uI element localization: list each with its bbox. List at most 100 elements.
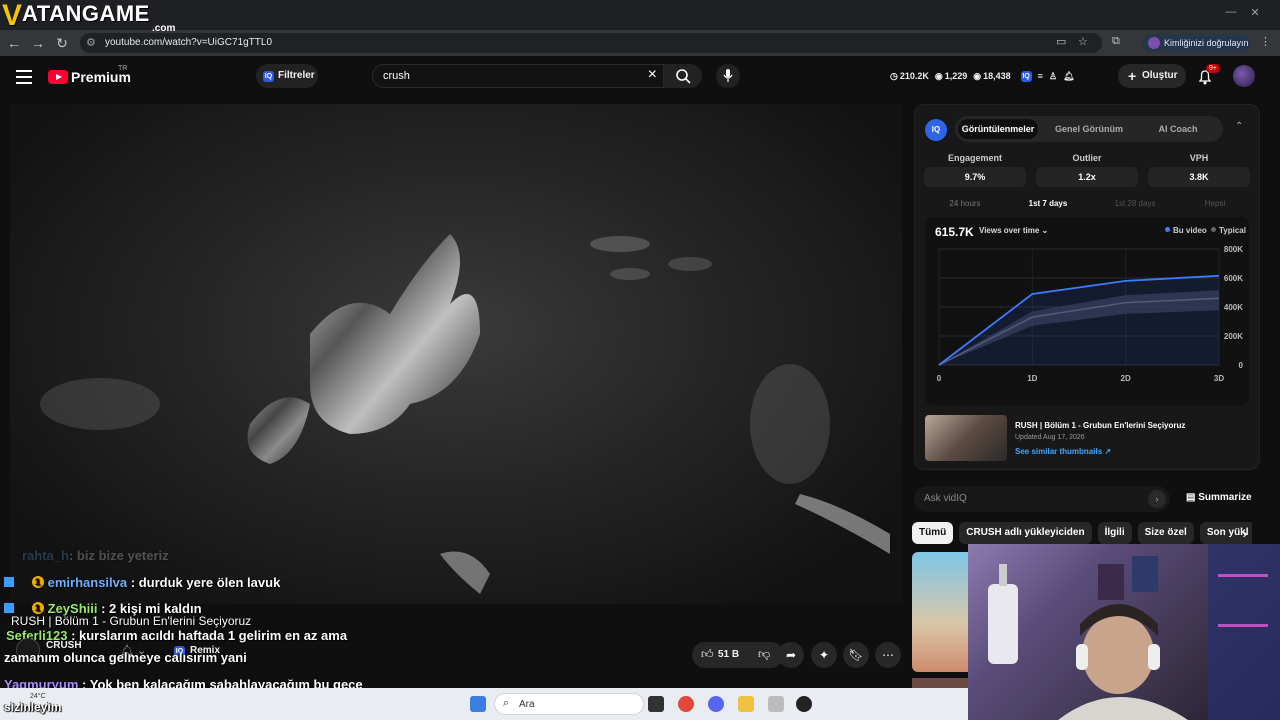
logo-sub: .com [152, 23, 176, 34]
summarize-button[interactable]: ▤ Summarize [1186, 492, 1252, 503]
verify-identity-button[interactable]: Kimliğinizi doğrulayın [1142, 34, 1250, 52]
similar-video-date: Updated Aug 17, 2026 [1015, 434, 1085, 441]
microphone-icon [723, 69, 733, 82]
search-button[interactable] [664, 64, 702, 88]
close-window-icon[interactable]: ✕ [1244, 6, 1266, 22]
faded-chat-line: rahta_h: biz bize yeteriz [22, 548, 169, 563]
taskbar-search-label: Ara [519, 699, 535, 710]
tab-views[interactable]: Görüntülenmeler [958, 119, 1038, 139]
taskbar-search[interactable]: ⌕ Ara [494, 693, 644, 715]
y-tick-label: 0 [1239, 361, 1244, 370]
trophy-icon[interactable]: ♙ [1049, 71, 1057, 82]
like-icon[interactable]: 👍︎ [701, 647, 714, 662]
vidiq-panel: IQ Görüntülenmeler Genel Görünüm AI Coac… [914, 104, 1260, 470]
voice-search-button[interactable] [716, 64, 740, 88]
more-actions-button[interactable]: ⋯ [875, 642, 901, 668]
task-view-icon[interactable] [648, 696, 664, 712]
back-icon[interactable]: ← [4, 34, 24, 52]
dislike-icon[interactable]: 👎︎ [758, 647, 770, 662]
vidiq-tabs: Görüntülenmeler Genel Görünüm AI Coach [955, 116, 1223, 142]
range-first-28-days[interactable]: 1st 28 days [1095, 199, 1175, 208]
faded-chat-user: rahta_h [22, 548, 69, 563]
metric-outlier-label: Outlier [1072, 153, 1102, 163]
range-first-7-days[interactable]: 1st 7 days [1008, 199, 1088, 208]
bell-small-icon[interactable]: 🔔︎ [1063, 71, 1074, 82]
share-button[interactable]: ➦ [778, 642, 804, 668]
chip-from-uploader[interactable]: CRUSH adlı yükleyiciden [959, 522, 1092, 544]
youtube-header: Premium TR IQ Filtreler crush × ◷ 210.2K… [0, 56, 1280, 100]
verify-label: Kimliğinizi doğrulayın [1164, 38, 1249, 48]
chip-related[interactable]: İlgili [1097, 522, 1132, 544]
similar-video-title: RUSH | Bölüm 1 - Grubun En'lerini Seçiyo… [1015, 421, 1186, 430]
weather-widget[interactable]: 24°C [30, 693, 46, 700]
range-all[interactable]: Hepsi [1175, 199, 1255, 208]
app-icon[interactable] [768, 696, 784, 712]
series-area-this-video [939, 275, 1219, 365]
search-input[interactable]: crush [383, 70, 410, 82]
file-explorer-icon[interactable] [738, 696, 754, 712]
metric-engagement-value: 9.7% [924, 167, 1026, 187]
collapse-chevron-icon[interactable]: ⌃ [1235, 121, 1243, 132]
forward-icon[interactable]: → [28, 34, 48, 52]
tab-overview[interactable]: Genel Görünüm [1047, 119, 1131, 139]
chart-mode-label: Views over time [979, 226, 1040, 235]
ask-ai-sparkle-button[interactable]: ✦ [811, 642, 837, 668]
filters-label: Filtreler [278, 70, 315, 81]
account-avatar[interactable] [1233, 65, 1255, 87]
chip-for-you[interactable]: Size özel [1137, 522, 1194, 544]
vidiq-icon[interactable]: IQ [1020, 70, 1032, 82]
recommended-video-thumbnail[interactable] [912, 552, 968, 672]
logo-text: ATANGAME [22, 1, 150, 26]
stat-views: ◷ 210.2K [890, 70, 929, 82]
site-info-icon[interactable]: ⚙ [86, 36, 96, 49]
video-title-overlay: RUSH | Bölüm 1 - Grubun En'lerini Seçiyo… [11, 614, 252, 628]
browser-menu-icon[interactable]: ⋮ [1260, 35, 1271, 48]
chart-mode-dropdown[interactable]: Views over time ⌄ [979, 226, 1048, 235]
ask-vidiq-input[interactable]: Ask vidIQ [914, 486, 1170, 512]
chat-badges-icon: 1 [4, 602, 44, 614]
address-bar-row: ← → ↻ ⚙ youtube.com/watch?v=UiGC71gTTL0 … [0, 30, 1280, 56]
install-icon[interactable]: ▭ [1056, 35, 1066, 48]
search-icon [676, 69, 691, 84]
youtube-premium-logo[interactable]: Premium TR [48, 65, 131, 85]
region-code: TR [118, 65, 128, 72]
x-tick-label: 1D [1027, 374, 1037, 383]
similar-video-row[interactable]: RUSH | Bölüm 1 - Grubun En'lerini Seçiyo… [925, 415, 1251, 463]
metric-outlier-value: 1.2x [1036, 167, 1138, 187]
chat-message: zamanım olunca gelmeye calısırım yani [4, 650, 247, 665]
video-player[interactable] [10, 104, 902, 604]
bookmark-star-icon[interactable]: ☆ [1078, 35, 1088, 48]
hamburger-menu-icon[interactable] [16, 70, 32, 84]
range-24h[interactable]: 24 hours [925, 199, 1005, 208]
reload-icon[interactable]: ↻ [52, 34, 72, 52]
chip-all[interactable]: Tümü [912, 522, 954, 544]
vidiq-stats-strip: ◷ 210.2K ◉ 1,229 ◉ 18,438 IQ ≡ ♙ 🔔︎ [890, 64, 1074, 88]
chips-next-icon[interactable]: › [1236, 524, 1254, 542]
start-icon[interactable] [470, 696, 486, 712]
video-frame-artwork [40, 234, 890, 594]
chat-line: sizinleyim [4, 700, 61, 714]
search-box[interactable]: crush × [372, 64, 664, 88]
y-tick-label: 400K [1224, 303, 1243, 312]
ask-send-icon[interactable]: › [1148, 490, 1166, 508]
chrome-icon[interactable] [678, 696, 694, 712]
create-button[interactable]: + Oluştur [1118, 64, 1186, 88]
chat-message: sizinleyim [4, 700, 62, 714]
tab-ai-coach[interactable]: AI Coach [1139, 119, 1217, 139]
minimize-icon[interactable]: — [1220, 6, 1242, 22]
list-icon[interactable]: ≡ [1038, 71, 1043, 81]
url-field[interactable]: ⚙ youtube.com/watch?v=UiGC71gTTL0 [80, 33, 1102, 53]
y-tick-label: 200K [1224, 332, 1243, 341]
filters-button[interactable]: IQ Filtreler [256, 64, 318, 88]
metric-vph-value: 3.8K [1148, 167, 1250, 187]
save-button[interactable]: 🔖︎ [843, 642, 869, 668]
extensions-icon[interactable]: ⧉ [1112, 35, 1120, 48]
obs-icon[interactable] [796, 696, 812, 712]
legend-this-video: Bu video [1165, 226, 1207, 235]
discord-icon[interactable] [708, 696, 724, 712]
see-similar-thumbnails-link[interactable]: See similar thumbnails ↗ [1015, 447, 1111, 456]
vidiq-badge-icon: IQ [263, 71, 274, 82]
clear-search-icon[interactable]: × [648, 66, 657, 84]
logo-v-mark: V [2, 0, 23, 32]
similar-video-thumbnail[interactable] [925, 415, 1007, 461]
